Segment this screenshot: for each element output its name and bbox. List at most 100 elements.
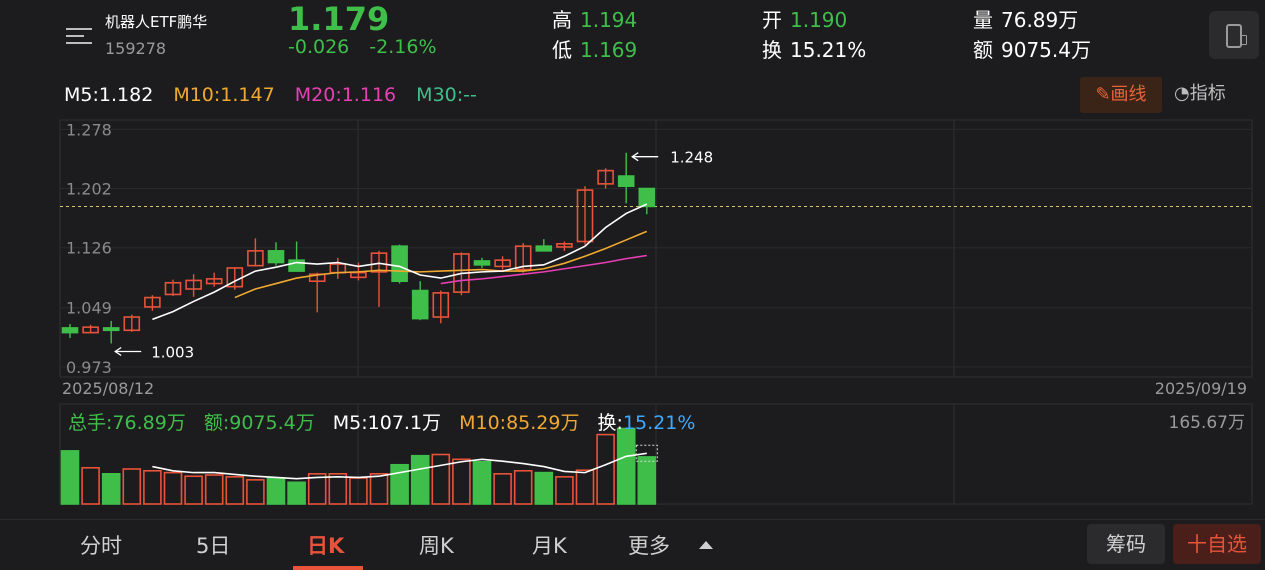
- amount-value: 9075.4万: [1001, 38, 1091, 62]
- draw-line-button[interactable]: ✎画线: [1080, 77, 1162, 113]
- y-tick-label: 1.202: [66, 180, 112, 199]
- turnover-label: 换: [762, 38, 782, 62]
- ma20-label: M20:1.116: [294, 84, 397, 106]
- price-change: -0.026 -2.16%: [288, 36, 451, 58]
- volume-bar: [143, 470, 162, 505]
- candle-body: [638, 187, 656, 208]
- ma10-label: M10:1.147: [173, 84, 275, 106]
- quote-header: 机器人ETF鹏华 159278 1.179 -0.026 -2.16% 高 1.1…: [0, 0, 1265, 72]
- candle-body: [61, 327, 79, 334]
- low-label: 低: [552, 38, 572, 62]
- candle-body: [617, 175, 635, 187]
- draw-line-label: 画线: [1110, 84, 1147, 105]
- candle-body: [102, 327, 120, 332]
- tab-monthly-k[interactable]: 月K: [532, 530, 567, 560]
- volume-bar: [596, 433, 615, 505]
- total-volume: 总手:76.89万: [68, 412, 186, 434]
- volume-m10: M10:85.29万: [459, 412, 580, 434]
- caret-up-icon[interactable]: [699, 541, 713, 549]
- active-tab-indicator: [293, 566, 363, 570]
- volume-field: 量 76.89万: [973, 4, 1078, 33]
- candle-body: [411, 289, 429, 320]
- security-code: 159278: [105, 39, 167, 58]
- indicator-label: 指标: [1189, 83, 1226, 104]
- volume-legend: 总手:76.89万 额:9075.4万 M5:107.1万 M10:85.29万…: [68, 408, 707, 435]
- x-start-date: 2025/08/12: [62, 379, 155, 398]
- volume-bar: [101, 473, 121, 505]
- volume-bar: [431, 453, 451, 505]
- add-watchlist-button[interactable]: 十自选: [1173, 524, 1261, 564]
- amount-field: 额 9075.4万: [973, 34, 1091, 63]
- y-tick-label: 1.049: [66, 299, 112, 318]
- ma5-label: M5:1.182: [64, 84, 154, 106]
- volume-bar: [60, 450, 80, 505]
- tab-weekly-k[interactable]: 周K: [419, 530, 454, 560]
- high-label: 高: [552, 8, 572, 32]
- indicator-button[interactable]: ◔指标: [1174, 79, 1226, 105]
- chart-grid: [59, 119, 1253, 505]
- open-value: 1.190: [790, 8, 848, 32]
- volume-bar: [122, 468, 142, 505]
- volume-bar: [534, 471, 554, 505]
- volume-bar: [493, 473, 512, 505]
- low-field: 低 1.169: [552, 34, 637, 63]
- y-tick-label: 1.126: [66, 239, 112, 258]
- security-name: 机器人ETF鹏华: [105, 13, 208, 31]
- candle-body: [535, 245, 553, 252]
- volume-bar: [163, 471, 183, 505]
- tab-daily-k[interactable]: 日K: [307, 530, 344, 560]
- open-label: 开: [762, 8, 782, 32]
- volume-bar: [369, 473, 389, 505]
- volume-m5: M5:107.1万: [332, 412, 442, 434]
- volume-bar: [452, 458, 471, 505]
- volume-max-label: 165.67万: [1168, 413, 1245, 433]
- turnover-info-value: 15.21%: [622, 412, 696, 434]
- chips-button[interactable]: 筹码: [1087, 524, 1165, 564]
- pencil-icon: ✎: [1095, 84, 1111, 105]
- ma30-label: M30:--: [416, 84, 477, 106]
- last-price: 1.179: [288, 0, 390, 38]
- high-value: 1.194: [580, 8, 638, 32]
- volume-bar: [513, 470, 533, 505]
- high-annotation: 1.248: [670, 149, 713, 167]
- y-tick-label: 0.973: [66, 358, 112, 377]
- volume-bar: [410, 454, 430, 505]
- volume-label: 量: [973, 8, 993, 32]
- volume-bar: [328, 473, 348, 505]
- volume-bar: [266, 477, 286, 505]
- volume-bar: [246, 479, 265, 505]
- tab-more[interactable]: 更多: [628, 530, 670, 560]
- volume-bar: [472, 460, 492, 505]
- tab-intraday[interactable]: 分时: [80, 530, 122, 560]
- change-percent: -2.16%: [369, 36, 437, 58]
- total-amount: 额:9075.4万: [203, 412, 315, 434]
- volume-bars: [60, 427, 658, 505]
- volume-bar: [390, 463, 409, 505]
- gauge-icon: ◔: [1174, 83, 1190, 104]
- low-annotation: 1.003: [151, 344, 194, 362]
- open-field: 开 1.190: [762, 4, 847, 33]
- turnover-value: 15.21%: [790, 38, 867, 62]
- turnover-field: 换 15.21%: [762, 34, 866, 63]
- volume-bar: [637, 456, 657, 505]
- low-value: 1.169: [580, 38, 638, 62]
- volume-bar: [575, 469, 595, 505]
- candle-body: [391, 245, 408, 283]
- y-tick-label: 1.278: [66, 120, 112, 139]
- high-field: 高 1.194: [552, 4, 637, 33]
- amount-label: 额: [973, 38, 993, 62]
- change-value: -0.026: [288, 36, 350, 58]
- landscape-toggle-button[interactable]: [1209, 11, 1259, 59]
- tab-5day[interactable]: 5日: [196, 530, 230, 560]
- menu-icon[interactable]: [66, 25, 92, 47]
- volume-value: 76.89万: [1001, 8, 1079, 32]
- candle-body: [473, 260, 491, 266]
- ma-legend: M5:1.182 M10:1.147 M20:1.116 M30:--: [64, 84, 491, 106]
- turnover-info-label: 换:: [597, 412, 623, 434]
- kline-chart[interactable]: 1.278 1.202 1.126 1.049 0.973 1.248 1.003: [0, 118, 1265, 506]
- period-tabs: 分时 5日 日K 周K 月K 更多: [0, 519, 1265, 570]
- candle-body: [267, 250, 285, 264]
- volume-bar: [81, 466, 100, 505]
- x-end-date: 2025/09/19: [1154, 379, 1247, 398]
- volume-bar: [616, 427, 636, 505]
